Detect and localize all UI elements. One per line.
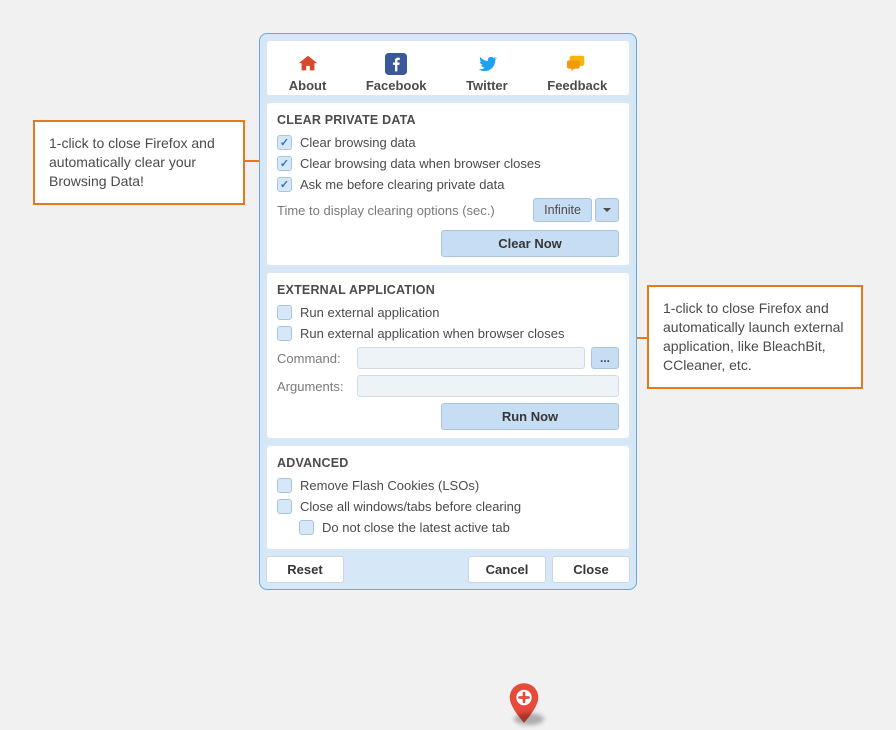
reset-button[interactable]: Reset	[266, 556, 344, 583]
row-ask-before-clear: Ask me before clearing private data	[277, 177, 619, 192]
checkbox-ask-before-clear[interactable]	[277, 177, 292, 192]
row-close-windows: Close all windows/tabs before clearing	[277, 499, 619, 514]
row-arguments: Arguments:	[277, 375, 619, 397]
checkbox-close-windows[interactable]	[277, 499, 292, 514]
checkbox-run-external-on-close[interactable]	[277, 326, 292, 341]
close-button[interactable]: Close	[552, 556, 630, 583]
checkbox-label: Clear browsing data when browser closes	[300, 156, 541, 171]
row-command: Command: ...	[277, 347, 619, 369]
row-remove-flash: Remove Flash Cookies (LSOs)	[277, 478, 619, 493]
row-clear-browsing: Clear browsing data	[277, 135, 619, 150]
tab-about[interactable]: About	[289, 53, 327, 93]
row-clear-on-close: Clear browsing data when browser closes	[277, 156, 619, 171]
feedback-icon	[566, 53, 588, 78]
checkbox-label: Ask me before clearing private data	[300, 177, 505, 192]
section-external-application: EXTERNAL APPLICATION Run external applic…	[266, 272, 630, 439]
cancel-button[interactable]: Cancel	[468, 556, 546, 583]
footer-buttons: Reset Cancel Close	[266, 556, 630, 583]
checkbox-label: Clear browsing data	[300, 135, 416, 150]
section-heading: CLEAR PRIVATE DATA	[277, 113, 619, 127]
section-heading: EXTERNAL APPLICATION	[277, 283, 619, 297]
run-now-button[interactable]: Run Now	[441, 403, 619, 430]
time-select-value[interactable]: Infinite	[533, 198, 592, 222]
facebook-icon	[385, 53, 407, 78]
callout-text: 1-click to close Firefox and automatical…	[49, 135, 215, 189]
checkbox-keep-active-tab[interactable]	[299, 520, 314, 535]
command-input[interactable]	[357, 347, 585, 369]
callout-text: 1-click to close Firefox and automatical…	[663, 300, 844, 373]
section-advanced: ADVANCED Remove Flash Cookies (LSOs) Clo…	[266, 445, 630, 550]
chevron-down-icon	[602, 205, 612, 215]
arguments-input[interactable]	[357, 375, 619, 397]
tab-label: Twitter	[466, 78, 508, 93]
checkbox-run-external[interactable]	[277, 305, 292, 320]
checkbox-label: Run external application	[300, 305, 439, 320]
row-display-time: Time to display clearing options (sec.) …	[277, 198, 619, 222]
map-pin-icon	[502, 681, 546, 725]
clear-now-button[interactable]: Clear Now	[441, 230, 619, 257]
checkbox-clear-browsing[interactable]	[277, 135, 292, 150]
tab-twitter[interactable]: Twitter	[466, 53, 508, 93]
tab-label: About	[289, 78, 327, 93]
home-icon	[297, 53, 319, 78]
checkbox-label: Run external application when browser cl…	[300, 326, 564, 341]
tab-bar: About Facebook Twitter Feedback	[266, 40, 630, 96]
tab-feedback[interactable]: Feedback	[547, 53, 607, 93]
checkbox-label: Remove Flash Cookies (LSOs)	[300, 478, 479, 493]
time-label: Time to display clearing options (sec.)	[277, 203, 495, 218]
tab-label: Facebook	[366, 78, 427, 93]
tab-label: Feedback	[547, 78, 607, 93]
checkbox-clear-on-close[interactable]	[277, 156, 292, 171]
section-heading: ADVANCED	[277, 456, 619, 470]
tab-facebook[interactable]: Facebook	[366, 53, 427, 93]
row-run-external: Run external application	[277, 305, 619, 320]
checkbox-label: Do not close the latest active tab	[322, 520, 510, 535]
browse-button[interactable]: ...	[591, 347, 619, 369]
time-select-arrow[interactable]	[595, 198, 619, 222]
twitter-icon	[476, 53, 498, 78]
checkbox-remove-flash[interactable]	[277, 478, 292, 493]
row-keep-active-tab: Do not close the latest active tab	[299, 520, 619, 535]
settings-panel: About Facebook Twitter Feedback CLEAR PR…	[259, 33, 637, 590]
row-run-external-on-close: Run external application when browser cl…	[277, 326, 619, 341]
callout-clear-browsing: 1-click to close Firefox and automatical…	[33, 120, 245, 205]
command-label: Command:	[277, 351, 351, 366]
section-clear-private-data: CLEAR PRIVATE DATA Clear browsing data C…	[266, 102, 630, 266]
checkbox-label: Close all windows/tabs before clearing	[300, 499, 521, 514]
callout-external-app: 1-click to close Firefox and automatical…	[647, 285, 863, 389]
arguments-label: Arguments:	[277, 379, 351, 394]
